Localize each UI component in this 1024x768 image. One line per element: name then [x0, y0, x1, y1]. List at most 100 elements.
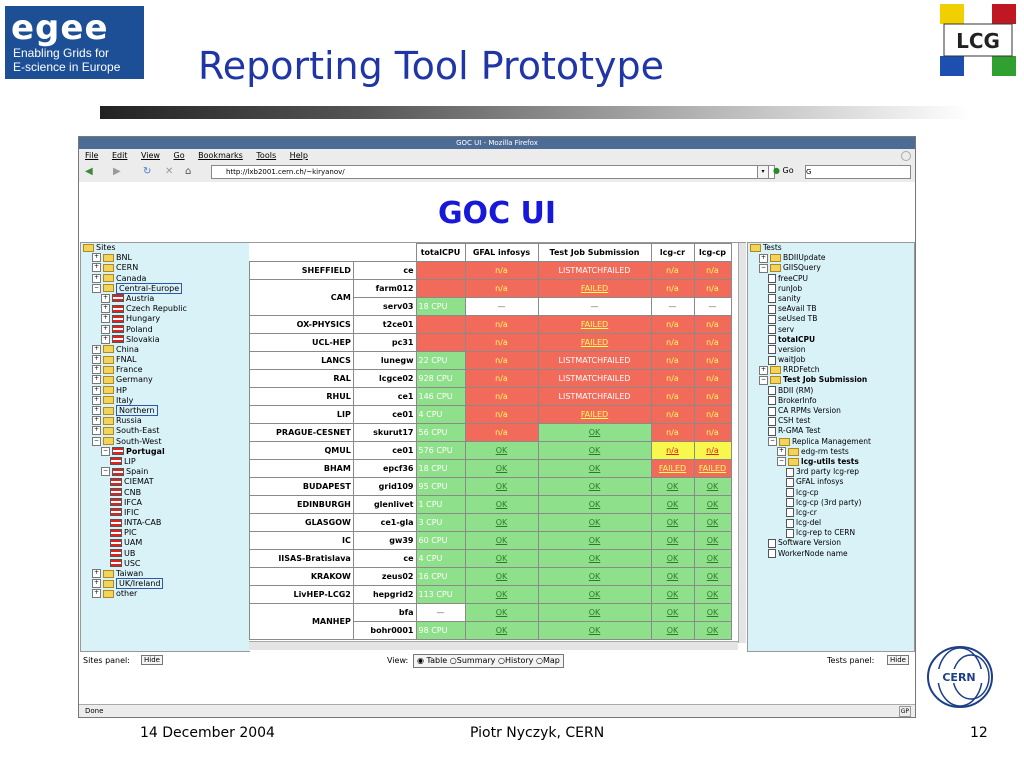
- tree-expander-icon[interactable]: +: [92, 355, 101, 365]
- tree-expander-icon[interactable]: +: [92, 263, 101, 273]
- status-cell[interactable]: OK: [537, 585, 652, 604]
- tree-expander-icon[interactable]: +: [92, 569, 101, 578]
- tree-expander-icon[interactable]: +: [101, 334, 110, 344]
- status-cell[interactable]: n/a: [464, 387, 539, 406]
- host-name-cell[interactable]: epcf36: [352, 459, 417, 478]
- status-cell[interactable]: FAILED: [693, 459, 732, 478]
- tree-expander-icon[interactable]: +: [92, 395, 101, 405]
- status-cell[interactable]: n/a: [650, 261, 695, 280]
- status-cell[interactable]: n/a: [650, 369, 695, 388]
- menu-bookmarks[interactable]: Bookmarks: [198, 151, 243, 160]
- tree-expander-icon[interactable]: +: [759, 365, 768, 375]
- site-node[interactable]: + HP: [81, 385, 249, 396]
- site-node[interactable]: IFCA: [81, 498, 249, 508]
- test-node[interactable]: serv: [748, 325, 914, 335]
- site-node[interactable]: CIEMAT: [81, 477, 249, 487]
- view-table-radio[interactable]: ◉ Table: [417, 656, 447, 665]
- site-node[interactable]: UB: [81, 549, 249, 559]
- site-name-cell[interactable]: BUDAPEST: [249, 477, 354, 496]
- status-cell[interactable]: n/a: [650, 315, 695, 334]
- host-name-cell[interactable]: lcgce02: [352, 369, 417, 388]
- site-node[interactable]: USC: [81, 559, 249, 569]
- test-node[interactable]: BDII (RM): [748, 386, 914, 396]
- site-name-cell[interactable]: BHAM: [249, 459, 354, 478]
- test-node[interactable]: sanity: [748, 294, 914, 304]
- test-node[interactable]: + RRDFetch: [748, 365, 914, 375]
- test-node[interactable]: GFAL infosys: [748, 477, 914, 487]
- status-cell[interactable]: n/a: [464, 333, 539, 352]
- host-name-cell[interactable]: pc31: [352, 333, 417, 352]
- status-cell[interactable]: OK: [693, 567, 732, 586]
- site-node[interactable]: + Northern: [81, 405, 249, 416]
- site-name-cell[interactable]: PRAGUE-CESNET: [249, 423, 354, 442]
- site-node[interactable]: + Poland: [81, 324, 249, 335]
- test-node[interactable]: Software Version: [748, 538, 914, 548]
- status-cell[interactable]: n/a: [650, 351, 695, 370]
- status-cell[interactable]: FAILED: [650, 459, 695, 478]
- test-node[interactable]: − lcg-utils tests: [748, 457, 914, 467]
- go-button[interactable]: ● Go: [773, 166, 794, 175]
- home-icon[interactable]: ⌂: [185, 166, 191, 177]
- host-name-cell[interactable]: ce: [352, 261, 417, 280]
- test-node[interactable]: lcg-cp: [748, 488, 914, 498]
- address-dropdown-icon[interactable]: ▾: [757, 165, 769, 179]
- status-cell[interactable]: OK: [650, 495, 695, 514]
- status-cell[interactable]: OK: [464, 603, 539, 622]
- status-cell[interactable]: n/a: [464, 315, 539, 334]
- status-cell[interactable]: n/a: [464, 405, 539, 424]
- status-cell[interactable]: OK: [650, 621, 695, 640]
- test-node[interactable]: lcg-rep to CERN: [748, 528, 914, 538]
- site-name-cell[interactable]: CAM: [249, 279, 354, 316]
- site-node[interactable]: + South-East: [81, 426, 249, 436]
- tree-expander-icon[interactable]: −: [768, 437, 777, 447]
- search-input[interactable]: G: [805, 165, 911, 179]
- tree-expander-icon[interactable]: +: [101, 314, 110, 324]
- site-node[interactable]: + Austria: [81, 293, 249, 304]
- status-cell[interactable]: OK: [693, 603, 732, 622]
- status-cell[interactable]: n/a: [693, 387, 732, 406]
- status-cell[interactable]: n/a: [650, 423, 695, 442]
- tree-expander-icon[interactable]: +: [92, 253, 101, 263]
- site-node[interactable]: + BNL: [81, 253, 249, 263]
- tree-expander-icon[interactable]: +: [92, 385, 101, 395]
- site-name-cell[interactable]: KRAKOW: [249, 567, 354, 586]
- forward-arrow-icon[interactable]: ▶: [113, 166, 121, 177]
- site-name-cell[interactable]: RAL: [249, 369, 354, 388]
- view-map-radio[interactable]: ○Map: [536, 656, 560, 665]
- status-cell[interactable]: OK: [650, 513, 695, 532]
- menu-view[interactable]: View: [141, 151, 160, 160]
- site-node[interactable]: + Hungary: [81, 314, 249, 324]
- test-node[interactable]: waitJob: [748, 355, 914, 365]
- status-cell[interactable]: n/a: [693, 261, 732, 280]
- status-cell[interactable]: FAILED: [537, 333, 652, 352]
- test-node[interactable]: − Replica Management: [748, 437, 914, 447]
- status-cell[interactable]: OK: [464, 513, 539, 532]
- site-node[interactable]: − Spain: [81, 467, 249, 477]
- test-node[interactable]: 3rd party lcg-rep: [748, 467, 914, 477]
- reload-icon[interactable]: ↻: [143, 166, 151, 177]
- host-name-cell[interactable]: ce1: [352, 387, 417, 406]
- host-name-cell[interactable]: hepgrid2: [352, 585, 417, 604]
- site-name-cell[interactable]: EDINBURGH: [249, 495, 354, 514]
- status-cell[interactable]: OK: [650, 585, 695, 604]
- tree-expander-icon[interactable]: +: [92, 344, 101, 354]
- tree-expander-icon[interactable]: −: [92, 283, 101, 293]
- site-node[interactable]: + China: [81, 344, 249, 355]
- site-name-cell[interactable]: GLASGOW: [249, 513, 354, 532]
- tree-expander-icon[interactable]: +: [101, 324, 110, 334]
- status-cell[interactable]: n/a: [693, 369, 732, 388]
- site-node[interactable]: LIP: [81, 457, 249, 467]
- status-cell[interactable]: OK: [650, 603, 695, 622]
- address-bar[interactable]: http://lxb2001.cern.ch/~kiryanov/: [211, 165, 775, 179]
- site-name-cell[interactable]: IISAS-Bratislava: [249, 549, 354, 568]
- tree-expander-icon[interactable]: −: [759, 263, 768, 273]
- status-cell[interactable]: n/a: [464, 279, 539, 298]
- tree-expander-icon[interactable]: −: [759, 375, 768, 385]
- site-node[interactable]: + Russia: [81, 416, 249, 426]
- col-header-totalcpu[interactable]: totalCPU: [415, 243, 466, 262]
- tree-expander-icon[interactable]: −: [101, 467, 110, 477]
- status-cell[interactable]: OK: [693, 621, 732, 640]
- site-node[interactable]: + FNAL: [81, 355, 249, 365]
- status-cell[interactable]: OK: [537, 621, 652, 640]
- status-cell[interactable]: OK: [464, 477, 539, 496]
